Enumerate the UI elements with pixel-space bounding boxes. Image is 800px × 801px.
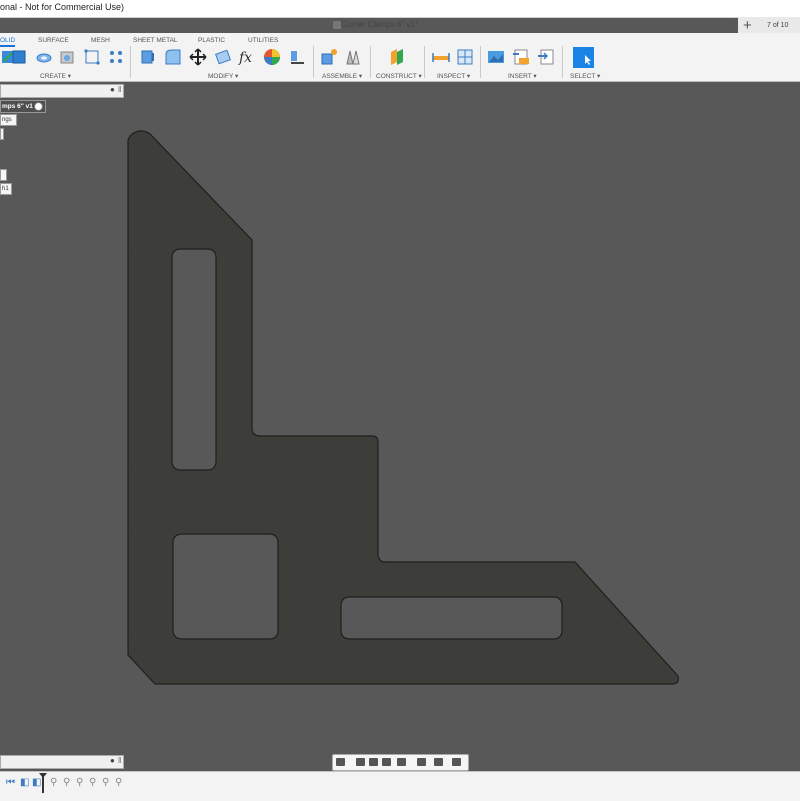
document-count[interactable]: 7 of 10 (767, 22, 788, 29)
create-menu[interactable]: CREATE ▾ (40, 72, 71, 80)
timeline-marker[interactable] (42, 775, 44, 793)
hole-icon[interactable] (59, 48, 77, 66)
timeline-sketch-icon[interactable]: ⚲ (115, 777, 122, 788)
tab-utilities[interactable]: UTILITIES (248, 37, 278, 44)
press-pull-icon[interactable] (139, 48, 157, 66)
toolbar-separator (130, 46, 131, 78)
insert-dxf-icon[interactable] (537, 48, 555, 66)
viewports-icon[interactable] (452, 758, 461, 766)
orbit-icon[interactable] (336, 758, 345, 766)
timeline-sketch-icon[interactable]: ⚲ (63, 777, 70, 788)
zoom-icon[interactable] (382, 758, 391, 766)
toolbar-separator (424, 46, 425, 78)
timeline-sketch-icon[interactable]: ⚲ (76, 777, 83, 788)
comments-options-icon[interactable]: ● (110, 756, 115, 765)
toolbar-separator (313, 46, 314, 78)
timeline-sketch-icon[interactable]: ⚲ (50, 777, 57, 788)
zoom-window-icon[interactable] (397, 758, 406, 766)
toolbar-separator (480, 46, 481, 78)
title-bar: onal - Not for Commercial Use) (0, 0, 800, 18)
canvas-icon[interactable] (487, 48, 505, 66)
revolve-icon[interactable] (35, 48, 53, 66)
svg-text:fx: fx (238, 50, 252, 66)
comments-collapse-icon[interactable]: ‖ (118, 756, 121, 765)
timeline-sketch-icon[interactable]: ⚲ (102, 777, 109, 788)
close-tab-icon[interactable]: × (728, 18, 734, 30)
tab-plastic[interactable]: PLASTIC (198, 37, 225, 44)
joint-icon[interactable] (344, 48, 362, 66)
pan-icon[interactable] (369, 758, 378, 766)
assemble-menu[interactable]: ASSEMBLE ▾ (322, 72, 362, 80)
appearance-icon[interactable] (263, 48, 281, 66)
insert-menu[interactable]: INSERT ▾ (508, 72, 537, 80)
corner-clamp-part[interactable] (127, 130, 679, 685)
select-icon[interactable] (573, 47, 594, 68)
document-tab-title[interactable]: Corner Clamps 6" v1* (341, 20, 418, 29)
timeline-feature-icon[interactable]: ◧ (20, 777, 29, 788)
pattern-icon[interactable] (107, 48, 125, 66)
timeline-sketch-icon[interactable]: ⚲ (89, 777, 96, 788)
toolbar-separator (370, 46, 371, 78)
look-at-icon[interactable] (356, 758, 365, 766)
design-canvas[interactable] (0, 82, 800, 754)
insert-svg-icon[interactable] (512, 48, 530, 66)
comments-panel-header[interactable] (0, 755, 124, 769)
tab-surface[interactable]: SURFACE (38, 37, 69, 44)
parameters-icon[interactable]: fx (238, 48, 256, 66)
toolbar-separator (562, 46, 563, 78)
rectangular-pattern-icon[interactable] (83, 48, 101, 66)
align-icon[interactable] (288, 48, 306, 66)
fillet-icon[interactable] (164, 48, 182, 66)
measure-icon[interactable] (432, 48, 450, 66)
extrude-icon[interactable] (10, 48, 28, 66)
tab-mesh[interactable]: MESH (91, 37, 110, 44)
section-analysis-icon[interactable] (456, 48, 474, 66)
document-icon (333, 21, 341, 29)
tab-sheet-metal[interactable]: SHEET METAL (133, 37, 178, 44)
tab-solid[interactable]: OLID (0, 37, 16, 47)
offset-plane-icon[interactable] (388, 48, 406, 66)
display-settings-icon[interactable] (417, 758, 426, 766)
modify-menu[interactable]: MODIFY ▾ (208, 72, 238, 80)
construct-menu[interactable]: CONSTRUCT ▾ (376, 72, 422, 80)
timeline-feature-icon[interactable]: ◧ (32, 777, 41, 788)
select-menu[interactable]: SELECT ▾ (570, 72, 600, 80)
new-component-icon[interactable] (320, 48, 338, 66)
shell-icon[interactable] (214, 48, 232, 66)
timeline-start-icon[interactable]: ⏮ (6, 777, 15, 788)
inspect-menu[interactable]: INSPECT ▾ (437, 72, 470, 80)
grid-settings-icon[interactable] (434, 758, 443, 766)
window-title: onal - Not for Commercial Use) (0, 2, 125, 12)
move-icon[interactable] (189, 48, 207, 66)
